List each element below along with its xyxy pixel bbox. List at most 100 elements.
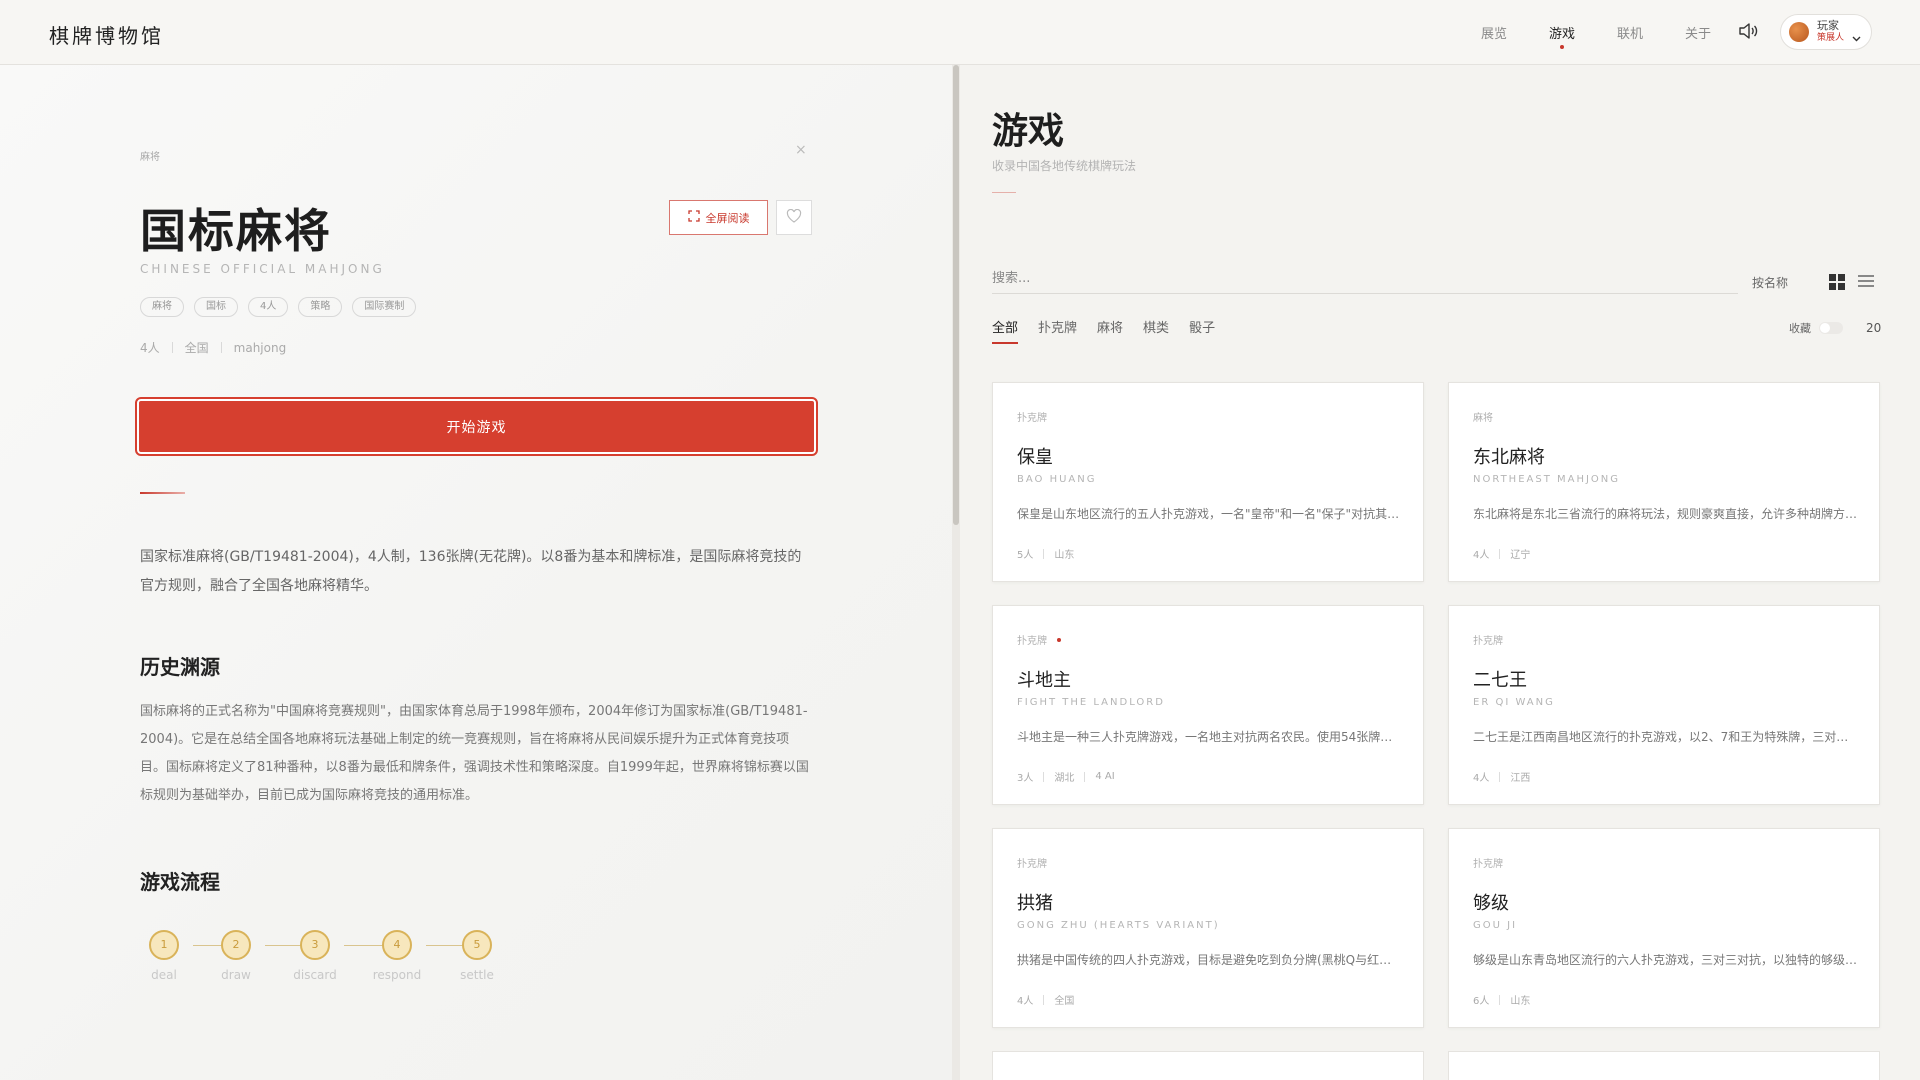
favorites-label: 收藏 (1789, 322, 1811, 335)
card-title-en: GOU JI (1473, 920, 1518, 931)
flow-step[interactable]: 5 settle (447, 930, 507, 982)
card-category: 扑克牌 (1473, 636, 1503, 647)
fullscreen-label: 全屏阅读 (705, 212, 750, 225)
detail-category: 麻将 (140, 152, 160, 163)
sort-select[interactable]: 按名称 (1752, 274, 1788, 291)
avatar (1789, 22, 1809, 42)
divider (992, 192, 1016, 193)
card-region: 辽宁 (1510, 550, 1531, 561)
chevron-down-icon (1852, 27, 1861, 46)
card-description: 斗地主是一种三人扑克牌游戏，一名地主对抗两名农民。使用54张牌进行游戏。 (1017, 730, 1402, 744)
game-card-partial[interactable] (992, 1051, 1424, 1080)
top-bar: 棋牌博物馆 展览 游戏 联机 关于 玩家 策展人 (0, 0, 1920, 65)
card-category: 麻将 (1473, 413, 1493, 424)
list-subtitle: 收录中国各地传统棋牌玩法 (992, 159, 1137, 173)
favorites-toggle[interactable]: 收藏 (1789, 320, 1843, 336)
scrollbar[interactable] (952, 65, 960, 1080)
game-card[interactable]: 扑克牌 二七王 ER QI WANG 二七王是江西南昌地区流行的扑克游戏，以2、… (1448, 605, 1880, 805)
card-category: 扑克牌 (1017, 636, 1047, 647)
fullscreen-read-button[interactable]: 全屏阅读 (669, 200, 768, 235)
user-role: 策展人 (1817, 33, 1845, 43)
game-title-en: CHINESE OFFICIAL MAHJONG (140, 262, 385, 276)
scrollbar-thumb[interactable] (953, 65, 959, 525)
tag[interactable]: 国标 (194, 297, 238, 317)
card-region: 全国 (1054, 996, 1075, 1007)
game-card[interactable]: 扑克牌 拱猪 GONG ZHU (HEARTS VARIANT) 拱猪是中国传统… (992, 828, 1424, 1028)
search-input[interactable] (992, 264, 1738, 294)
card-title: 二七王 (1473, 670, 1527, 691)
brand-title[interactable]: 棋牌博物馆 (49, 20, 164, 49)
card-title-en: ER QI WANG (1473, 697, 1555, 708)
history-text: 国标麻将的正式名称为"中国麻将竞赛规则"，由国家体育总局于1998年颁布，200… (140, 704, 809, 803)
card-description: 拱猪是中国传统的四人扑克游戏，目标是避免吃到负分牌(黑桃Q与红桃)。 (1017, 953, 1402, 967)
filter-mahjong[interactable]: 麻将 (1097, 317, 1123, 344)
user-menu[interactable]: 玩家 策展人 (1780, 14, 1872, 50)
card-category: 扑克牌 (1473, 859, 1503, 870)
card-title-en: FIGHT THE LANDLORD (1017, 697, 1165, 708)
card-players: 3人 (1017, 773, 1034, 784)
list-view-icon[interactable] (1858, 275, 1874, 289)
card-description: 二七王是江西南昌地区流行的扑克游戏，以2、7和王为特殊牌，三对三组队对抗。 (1473, 730, 1858, 744)
close-icon[interactable]: × (795, 142, 807, 158)
card-title-en: GONG ZHU (HEARTS VARIANT) (1017, 920, 1220, 931)
main-nav: 展览 游戏 联机 关于 (1460, 0, 1732, 65)
result-count: 20 (1866, 321, 1882, 335)
nav-item-exhibit[interactable]: 展览 (1460, 23, 1528, 42)
flow-step[interactable]: 1 deal (134, 930, 194, 982)
filter-all[interactable]: 全部 (992, 317, 1019, 344)
divider (140, 492, 185, 494)
tag[interactable]: 策略 (298, 297, 343, 317)
category-filters: 全部 扑克牌 麻将 棋类 骰子 (992, 317, 1215, 344)
tag[interactable]: 国际赛制 (352, 297, 417, 317)
card-players: 4人 (1017, 996, 1034, 1007)
user-name: 玩家 (1817, 19, 1839, 32)
active-indicator (1057, 637, 1061, 642)
card-category: 扑克牌 (1017, 859, 1047, 870)
game-card[interactable]: 扑克牌 够级 GOU JI 够级是山东青岛地区流行的六人扑克游戏，三对三对抗，以… (1448, 828, 1880, 1028)
filter-poker[interactable]: 扑克牌 (1038, 317, 1077, 344)
grid-view-icon[interactable] (1829, 274, 1845, 290)
card-category: 扑克牌 (1017, 413, 1047, 424)
expand-icon (687, 210, 700, 225)
game-card[interactable]: 扑克牌 保皇 BAO HUANG 保皇是山东地区流行的五人扑克游戏，一名"皇帝"… (992, 382, 1424, 582)
region: 全国 (184, 341, 209, 355)
card-description: 够级是山东青岛地区流行的六人扑克游戏，三对三对抗，以独特的够级规则著称。 (1473, 953, 1858, 967)
card-title: 东北麻将 (1473, 447, 1545, 468)
filter-chess[interactable]: 棋类 (1143, 317, 1169, 344)
history-heading: 历史渊源 (140, 655, 220, 679)
speaker-icon[interactable] (1738, 22, 1762, 42)
game-id: mahjong (233, 340, 287, 355)
toggle-switch[interactable] (1819, 322, 1843, 334)
card-title-en: NORTHEAST MAHJONG (1473, 474, 1621, 485)
card-description: 保皇是山东地区流行的五人扑克游戏，一名"皇帝"和一名"保子"对抗其余三名平民。 (1017, 507, 1402, 521)
favorite-button[interactable] (776, 200, 812, 235)
tag[interactable]: 麻将 (140, 297, 184, 317)
card-region: 江西 (1510, 773, 1531, 784)
game-summary: 国家标准麻将(GB/T19481-2004)，4人制，136张牌(无花牌)。以8… (140, 549, 802, 594)
game-title: 国标麻将 (140, 204, 332, 258)
card-players: 5人 (1017, 550, 1034, 561)
card-title: 够级 (1473, 893, 1509, 914)
flow-step[interactable]: 3 discard (285, 930, 345, 982)
card-title-en: BAO HUANG (1017, 474, 1097, 485)
player-count: 4人 (140, 341, 160, 355)
flow-step[interactable]: 2 draw (206, 930, 266, 982)
card-region: 山东 (1054, 550, 1075, 561)
game-card-partial[interactable] (1448, 1051, 1880, 1080)
card-players: 4人 (1473, 550, 1490, 561)
card-players: 4人 (1473, 773, 1490, 784)
card-title: 保皇 (1017, 447, 1053, 468)
card-region: 山东 (1510, 996, 1531, 1007)
flow-step[interactable]: 4 respond (367, 930, 427, 982)
filter-dice[interactable]: 骰子 (1189, 317, 1215, 344)
tag[interactable]: 4人 (248, 297, 289, 317)
nav-item-about[interactable]: 关于 (1664, 23, 1732, 42)
card-region: 湖北 (1054, 773, 1075, 784)
start-game-button[interactable]: 开始游戏 (135, 397, 818, 456)
nav-item-online[interactable]: 联机 (1596, 23, 1664, 42)
game-card[interactable]: 麻将 东北麻将 NORTHEAST MAHJONG 东北麻将是东北三省流行的麻将… (1448, 382, 1880, 582)
nav-item-games[interactable]: 游戏 (1528, 23, 1596, 49)
game-card[interactable]: 扑克牌 斗地主 FIGHT THE LANDLORD 斗地主是一种三人扑克牌游戏… (992, 605, 1424, 805)
game-meta: 4人 全国 mahjong (140, 339, 286, 356)
card-ai-count: 4 AI (1095, 771, 1115, 782)
